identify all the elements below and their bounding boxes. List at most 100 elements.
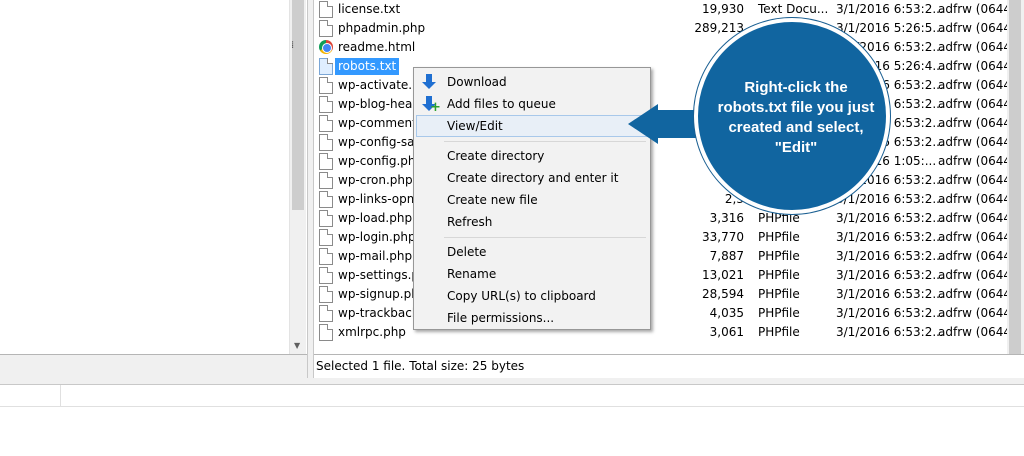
scroll-down-icon[interactable]: ▼ <box>294 341 300 350</box>
local-tree-pane[interactable] <box>0 0 307 354</box>
file-name: wp-mail.php <box>338 249 413 263</box>
right-vertical-scrollbar[interactable] <box>1007 0 1024 354</box>
file-permissions: adfrw (0644) <box>938 21 1016 35</box>
file-modified: 3/1/2016 6:53:2... <box>836 325 944 339</box>
menu-item-label: Add files to queue <box>447 97 556 111</box>
file-size: 3,316 <box>709 211 744 225</box>
menu-item-file-permissions[interactable]: File permissions... <box>416 307 648 329</box>
file-permissions: adfrw (0644) <box>938 325 1016 339</box>
grip-icon: ⁞ <box>291 40 295 51</box>
file-modified: 3/1/2016 6:53:2... <box>836 268 944 282</box>
file-modified: 3/1/2016 6:53:2... <box>836 306 944 320</box>
chrome-icon <box>319 40 333 54</box>
file-modified: 3/1/2016 6:53:2... <box>836 287 944 301</box>
file-size: 13,021 <box>702 268 744 282</box>
file-icon <box>319 229 333 246</box>
file-type: PHPfile <box>758 306 800 320</box>
file-name: license.txt <box>338 2 401 16</box>
file-icon <box>319 248 333 265</box>
file-name: wp-cron.php <box>338 173 413 187</box>
left-scroll-thumb[interactable] <box>292 0 304 210</box>
menu-item-label: File permissions... <box>447 311 555 325</box>
file-icon <box>319 1 333 18</box>
file-permissions: adfrw (0644) <box>938 173 1016 187</box>
menu-item-view-edit[interactable]: View/Edit <box>416 115 648 137</box>
menu-item-copy-url[interactable]: Copy URL(s) to clipboard <box>416 285 648 307</box>
file-icon <box>319 153 333 170</box>
file-icon <box>319 324 333 341</box>
file-name: phpadmin.php <box>338 21 426 35</box>
file-permissions: adfrw (0644) <box>938 40 1016 54</box>
file-modified: 3/1/2016 6:53:2... <box>836 211 944 225</box>
file-name: wp-login.php <box>338 230 416 244</box>
menu-item-create-directory-enter[interactable]: Create directory and enter it <box>416 167 648 189</box>
menu-item-refresh[interactable]: Refresh <box>416 211 648 233</box>
file-icon <box>319 191 333 208</box>
file-modified: 3/1/2016 5:26:5... <box>836 21 944 35</box>
menu-item-create-directory[interactable]: Create directory <box>416 145 648 167</box>
file-type: Text Docu... <box>758 2 829 16</box>
file-permissions: adfrw (0644) <box>938 154 1016 168</box>
menu-item-label: Download <box>447 75 507 89</box>
menu-item-create-new-file[interactable]: Create new file <box>416 189 648 211</box>
file-row[interactable]: phpadmin.php 289,213 3/1/2016 5:26:5... adf… <box>314 19 1024 38</box>
queue-column-separator[interactable] <box>60 385 61 407</box>
menu-item-delete[interactable]: Delete <box>416 241 648 263</box>
menu-separator <box>444 237 646 238</box>
file-name: wp-links-opm <box>338 192 419 206</box>
file-modified: 3/1/2016 6:53:2... <box>836 230 944 244</box>
file-icon <box>319 286 333 303</box>
left-vertical-scrollbar[interactable]: ▼ <box>289 0 306 354</box>
file-name: readme.html <box>338 40 416 54</box>
callout-text: Right-click the robots.txt file you just… <box>717 79 875 156</box>
file-type: PHPfile <box>758 287 800 301</box>
file-type: PHPfile <box>758 230 800 244</box>
file-name: wp-load.php <box>338 211 413 225</box>
add-to-queue-icon: + <box>422 96 441 114</box>
file-row[interactable]: readme.html73/1/2016 6:53:2...adfrw (064… <box>314 38 1024 57</box>
menu-item-rename[interactable]: Rename <box>416 263 648 285</box>
status-bar: Selected 1 file. Total size: 25 bytes <box>314 354 1024 378</box>
menu-item-label: View/Edit <box>447 119 503 133</box>
file-icon <box>319 58 333 75</box>
menu-item-label: Delete <box>447 245 487 259</box>
file-name: xmlrpc.php <box>338 325 406 339</box>
file-permissions: adfrw (0644) <box>938 249 1016 263</box>
file-name: wp-config-sar <box>338 135 420 149</box>
file-size: 19,930 <box>702 2 744 16</box>
file-permissions: adfrw (0644) <box>938 287 1016 301</box>
file-size: 4,035 <box>709 306 744 320</box>
file-icon <box>319 77 333 94</box>
menu-item-label: Create directory <box>447 149 545 163</box>
file-size: 3,061 <box>709 325 744 339</box>
file-permissions: adfrw (0644) <box>938 78 1016 92</box>
queue-header <box>0 385 1024 407</box>
menu-item-label: Create new file <box>447 193 538 207</box>
menu-item-add-to-queue[interactable]: + Add files to queue <box>416 93 648 115</box>
right-scroll-thumb[interactable] <box>1009 0 1021 354</box>
transfer-queue-panel[interactable] <box>0 384 1024 456</box>
file-permissions: adfrw (0644) <box>938 116 1016 130</box>
file-icon <box>319 172 333 189</box>
file-permissions: adfrw (0644) <box>938 135 1016 149</box>
menu-item-download[interactable]: Download <box>416 71 648 93</box>
menu-item-label: Rename <box>447 267 497 281</box>
file-name: wp-blog-head <box>338 97 420 111</box>
file-row[interactable]: license.txt 19,930 Text Docu... 3/1/2016 6:… <box>314 0 1024 19</box>
file-permissions: adfrw (0644) <box>938 97 1016 111</box>
file-size: 7,887 <box>709 249 744 263</box>
callout-arrow-icon <box>628 104 658 144</box>
file-permissions: adfrw (0644) <box>938 2 1016 16</box>
file-modified: 3/1/2016 6:53:2... <box>836 249 944 263</box>
menu-item-label: Create directory and enter it <box>447 171 619 185</box>
file-modified: 3/1/2016 6:53:2... <box>836 2 944 16</box>
file-size: 33,770 <box>702 230 744 244</box>
file-icon <box>319 20 333 37</box>
file-size: 28,594 <box>702 287 744 301</box>
file-permissions: adfrw (0644) <box>938 306 1016 320</box>
file-type: PHPfile <box>758 268 800 282</box>
file-size: 289,213 <box>694 21 744 35</box>
pane-splitter[interactable] <box>307 0 314 378</box>
download-icon <box>422 74 438 90</box>
file-type: PHPfile <box>758 249 800 263</box>
